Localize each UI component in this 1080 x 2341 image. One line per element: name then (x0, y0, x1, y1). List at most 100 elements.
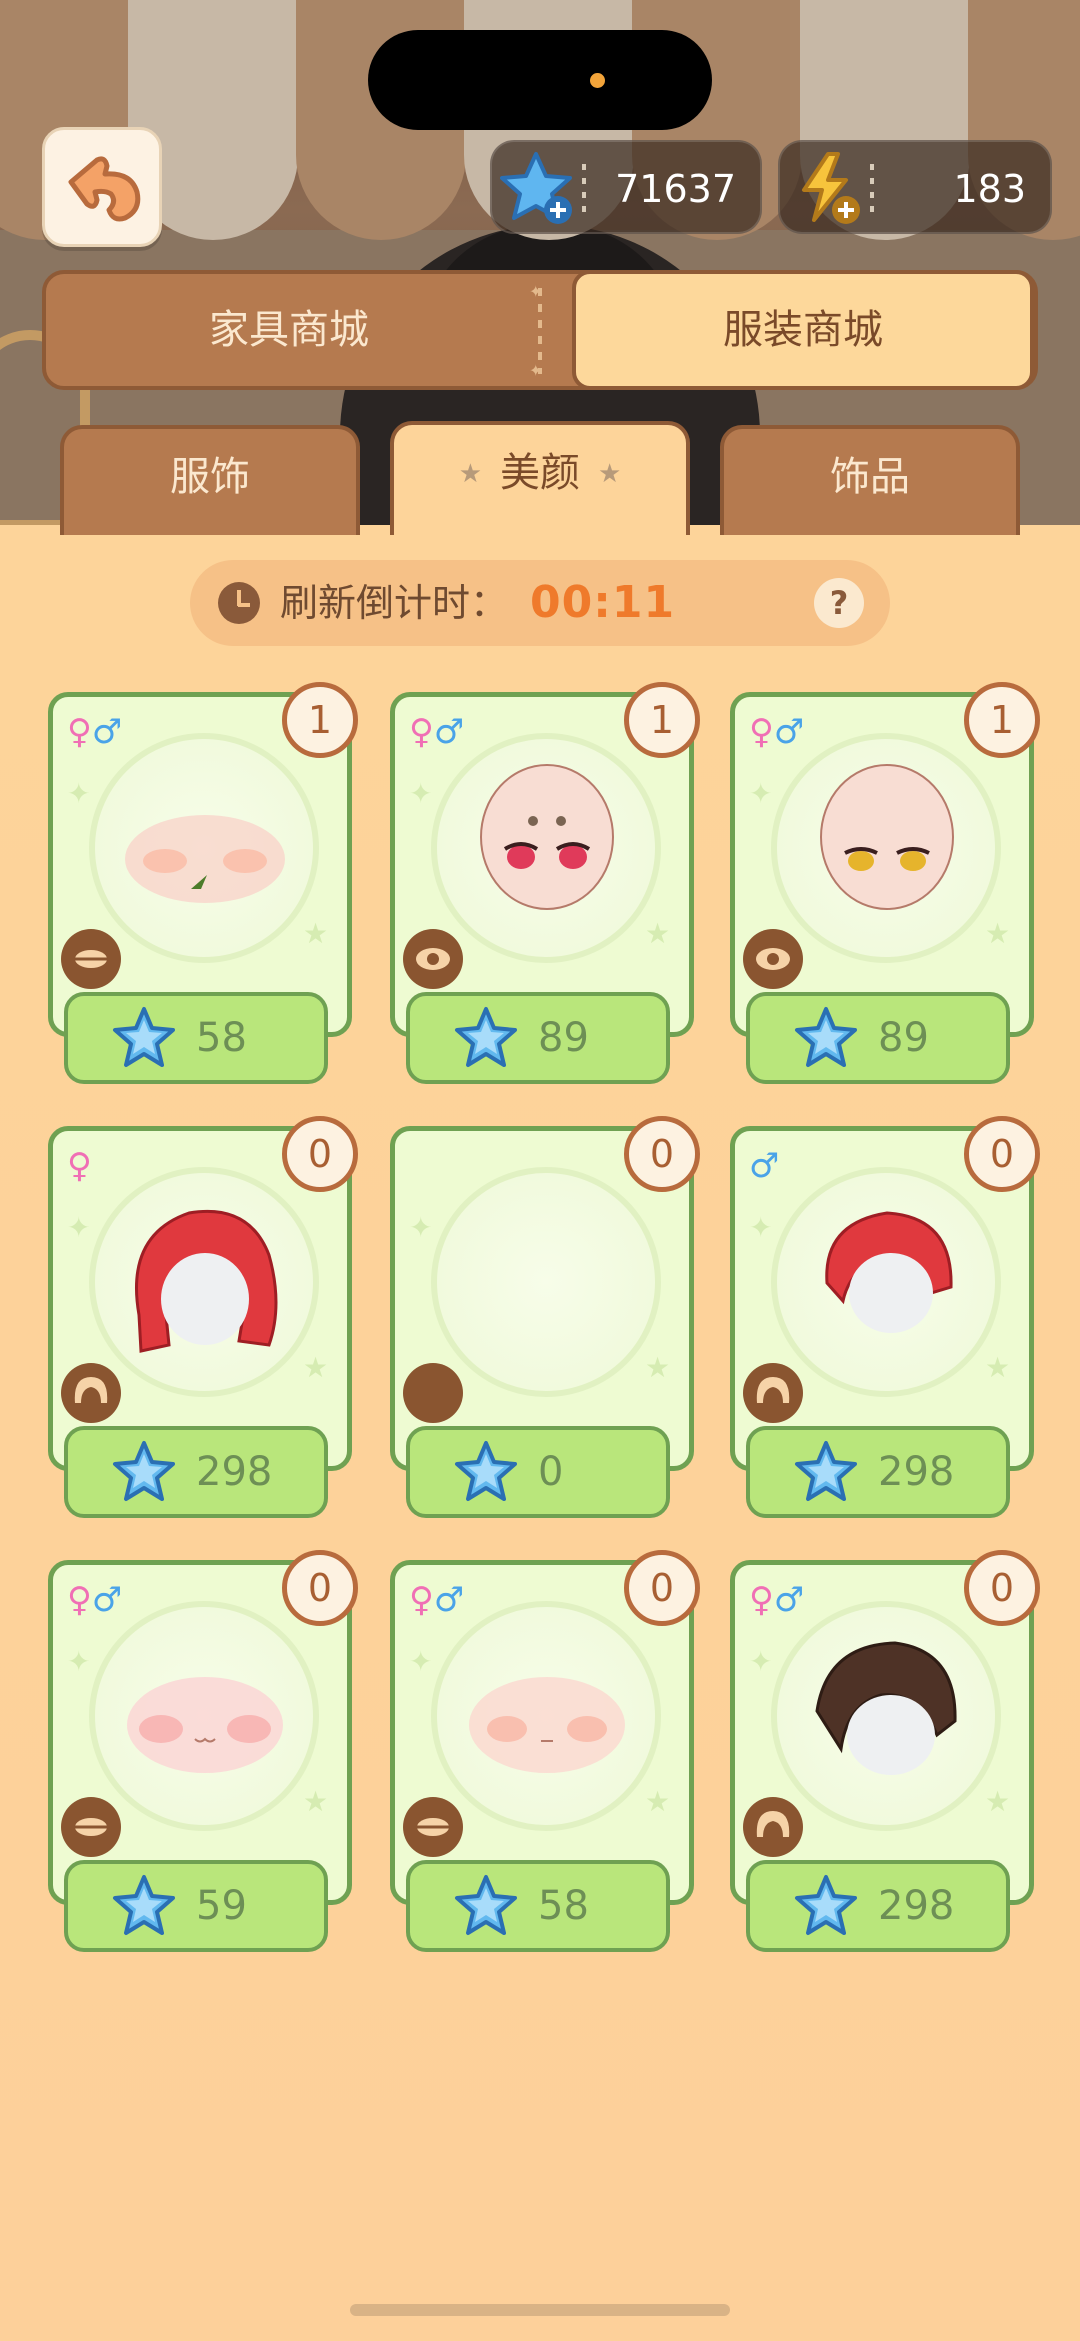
item-card[interactable]: ✦ ★ ♀ 0 298 (48, 1116, 358, 1518)
price-value: 58 (538, 1883, 589, 1929)
tab-apparel-label: 服饰 (170, 454, 250, 500)
owned-count: 0 (282, 1550, 358, 1626)
item-preview-face-yellow-eyes (807, 757, 967, 931)
tab-clothing-shop[interactable]: 服装商城 (572, 270, 1034, 390)
female-icon: ♀ (67, 712, 92, 752)
eye-icon (743, 929, 803, 989)
male-icon: ♂ (773, 712, 805, 752)
item-card[interactable]: ✦ ★ 0 0 (390, 1116, 700, 1518)
leaf-decoration-icon: ★ (303, 1351, 329, 1384)
shop-type-tabs: 家具商城 服装商城 (42, 270, 1038, 390)
energy-balance[interactable]: 183 (778, 140, 1052, 234)
countdown-value: 00:11 (530, 577, 676, 628)
buy-button[interactable]: 89 (746, 992, 1010, 1084)
tab-divider (529, 282, 542, 380)
item-card[interactable]: ✦ ★ ♀♂ 0 59 (48, 1550, 358, 1952)
gem-star-icon (795, 1875, 857, 1935)
buy-button[interactable]: 298 (746, 1860, 1010, 1952)
gem-balance[interactable]: 71637 (490, 140, 762, 234)
female-icon: ♀ (409, 712, 434, 752)
owned-count: 0 (964, 1116, 1040, 1192)
item-card[interactable]: ✦ ★ ♀♂ 1 89 (390, 682, 700, 1084)
price-value: 298 (878, 1883, 955, 1929)
owned-count: 0 (624, 1550, 700, 1626)
tab-accessories[interactable]: 饰品 (720, 425, 1020, 535)
owned-count: 0 (282, 1116, 358, 1192)
tab-beauty[interactable]: ★ 美颜 ★ (390, 421, 690, 535)
tab-accessories-label: 饰品 (830, 454, 910, 500)
buy-button[interactable]: 298 (746, 1426, 1010, 1518)
camera-indicator-dot (590, 73, 605, 88)
gem-star-add-icon (500, 152, 572, 224)
buy-button[interactable]: 89 (406, 992, 670, 1084)
gem-star-icon (795, 1441, 857, 1501)
buy-button[interactable]: 59 (64, 1860, 328, 1952)
back-button[interactable] (42, 127, 162, 247)
female-icon: ♀ (749, 1580, 774, 1620)
price-value: 89 (878, 1015, 929, 1061)
male-icon: ♂ (433, 1580, 465, 1620)
male-icon: ♂ (749, 1146, 780, 1186)
price-value: 59 (196, 1883, 247, 1929)
gender-tags: ♂ (749, 1149, 779, 1183)
gender-tags: ♀♂ (409, 1583, 464, 1617)
gem-star-icon (455, 1441, 517, 1501)
lightning-add-icon (802, 152, 860, 224)
gender-tags: ♀♂ (409, 715, 464, 749)
price-value: 89 (538, 1015, 589, 1061)
item-card[interactable]: ✦ ★ ♀♂ 1 58 (48, 682, 358, 1084)
leaf-decoration-icon: ✦ (67, 1211, 91, 1244)
male-icon: ♂ (91, 712, 123, 752)
buy-button[interactable]: 58 (406, 1860, 670, 1952)
price-value: 298 (196, 1449, 273, 1495)
item-preview-blush-pink (105, 1659, 305, 1793)
owned-count: 0 (964, 1550, 1040, 1626)
buy-button[interactable]: 58 (64, 992, 328, 1084)
leaf-decoration-icon: ★ (645, 917, 671, 950)
item-preview-brown-short-hair (807, 1635, 967, 1789)
price-value: 0 (538, 1449, 564, 1495)
item-card[interactable]: ✦ ★ ♂ 0 298 (730, 1116, 1040, 1518)
star-icon: ★ (458, 459, 482, 489)
home-indicator[interactable] (350, 2304, 730, 2316)
back-arrow-icon (68, 156, 141, 222)
item-card[interactable]: ✦ ★ ♀♂ 0 298 (730, 1550, 1040, 1952)
owned-count: 1 (964, 682, 1040, 758)
hair-icon (61, 1363, 121, 1423)
owned-count: 1 (282, 682, 358, 758)
item-preview-face-red-eyes (467, 757, 627, 931)
energy-count: 183 (953, 167, 1026, 211)
leaf-decoration-icon: ✦ (409, 777, 433, 810)
male-icon: ♂ (433, 712, 465, 752)
camera-notch (368, 30, 712, 130)
leaf-decoration-icon: ★ (985, 1785, 1011, 1818)
eye-icon (403, 929, 463, 989)
buy-button[interactable]: 0 (406, 1426, 670, 1518)
female-icon: ♀ (409, 1580, 434, 1620)
hair-icon (743, 1797, 803, 1857)
leaf-decoration-icon: ★ (985, 1351, 1011, 1384)
leaf-decoration-icon: ★ (645, 1785, 671, 1818)
tab-apparel[interactable]: 服饰 (60, 425, 360, 535)
leaf-decoration-icon: ✦ (749, 777, 773, 810)
gem-star-icon (795, 1007, 857, 1067)
gem-star-icon (455, 1007, 517, 1067)
gender-tags: ♀♂ (749, 715, 804, 749)
item-card[interactable]: ✦ ★ ♀♂ 1 89 (730, 682, 1040, 1084)
female-icon: ♀ (67, 1146, 92, 1186)
tab-furniture-shop[interactable]: 家具商城 (46, 274, 532, 386)
price-value: 298 (878, 1449, 955, 1495)
item-preview-circle (431, 1167, 661, 1397)
leaf-decoration-icon: ✦ (67, 777, 91, 810)
leaf-decoration-icon: ✦ (67, 1645, 91, 1678)
item-preview-blush (105, 789, 305, 933)
buy-button[interactable]: 298 (64, 1426, 328, 1518)
mouth-icon (61, 1797, 121, 1857)
mouth-icon (61, 929, 121, 989)
star-icon: ★ (598, 459, 622, 489)
help-button[interactable]: ? (814, 578, 864, 628)
female-icon: ♀ (67, 1580, 92, 1620)
female-icon: ♀ (749, 712, 774, 752)
item-card[interactable]: ✦ ★ ♀♂ 0 58 (390, 1550, 700, 1952)
gender-tags: ♀♂ (749, 1583, 804, 1617)
